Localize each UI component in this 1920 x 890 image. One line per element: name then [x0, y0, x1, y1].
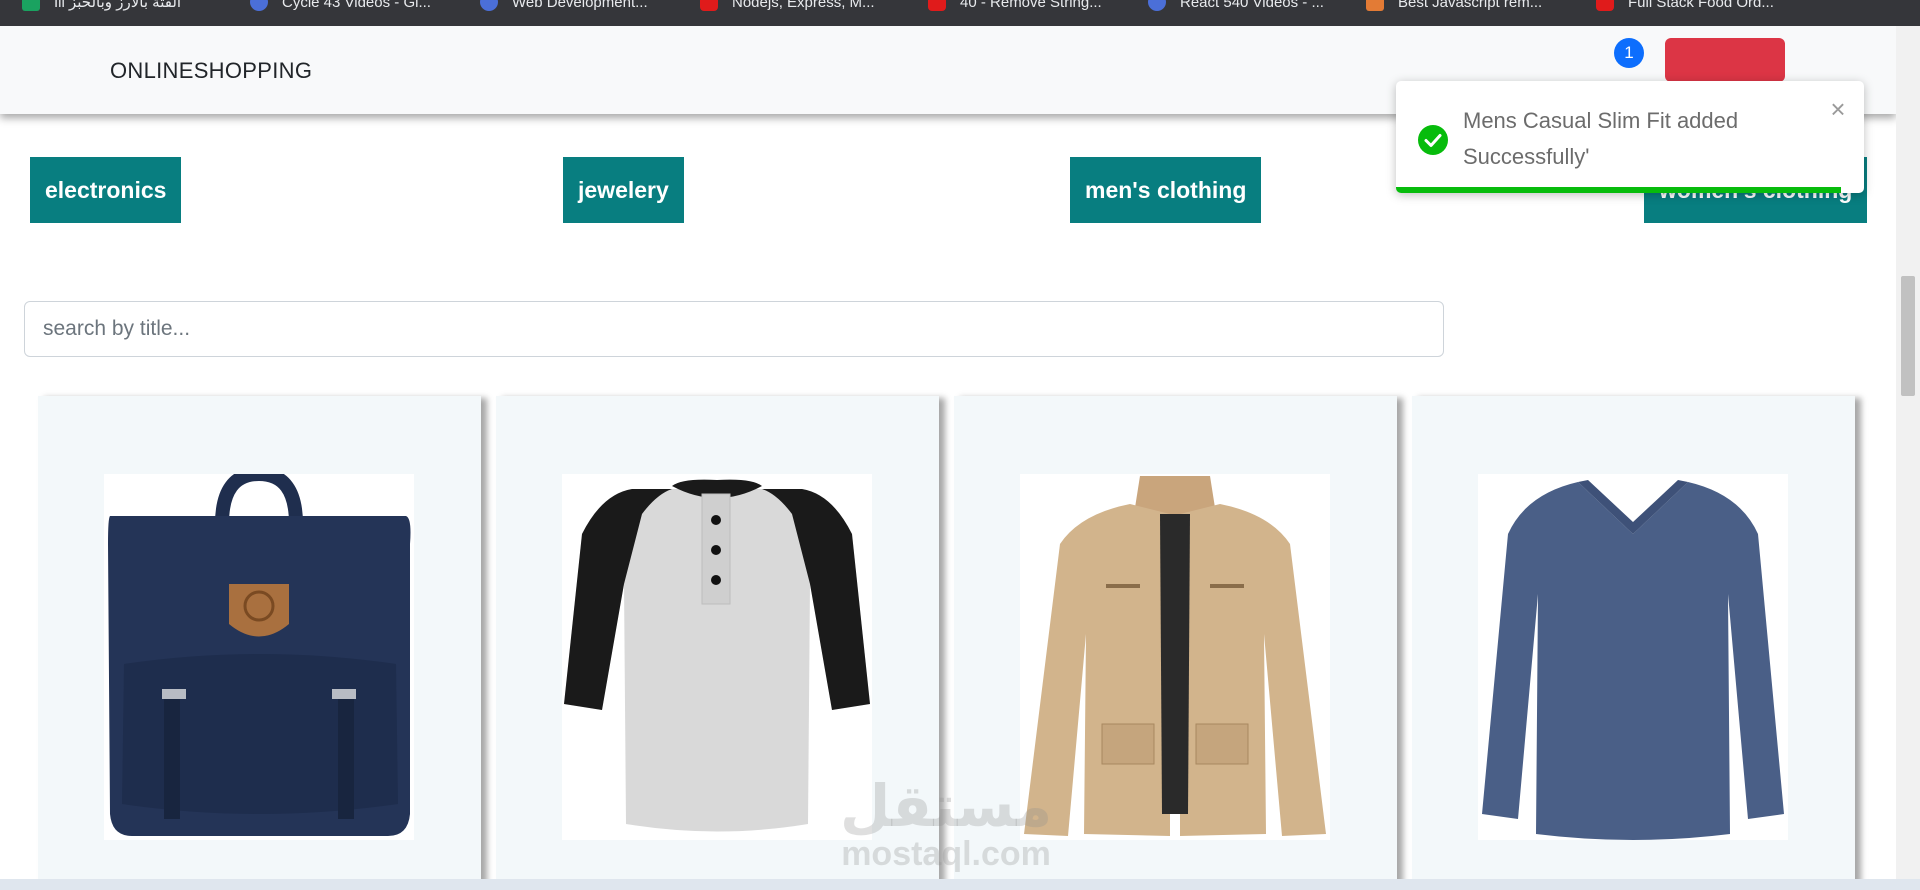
backpack-image	[104, 474, 414, 840]
product-card[interactable]	[38, 396, 481, 879]
bookmark-favicon-icon	[480, 0, 498, 11]
bookmark-item[interactable]: Nodejs, Express, M...	[700, 0, 875, 13]
slim-fit-shirt-image	[1478, 474, 1788, 840]
watermark-latin: mostaql.com	[841, 835, 1051, 873]
product-image-backpack[interactable]	[104, 474, 414, 840]
bookmark-favicon-icon	[22, 0, 40, 11]
product-image-henley-shirt[interactable]	[562, 474, 872, 840]
bookmark-label: Best Javascript rem...	[1398, 0, 1543, 11]
check-circle-icon	[1418, 125, 1448, 155]
page-content: electronics jewelery men's clothing wome…	[0, 26, 1896, 879]
bookmark-item[interactable]: Web Development...	[480, 0, 648, 13]
bottom-strip	[0, 879, 1920, 890]
bookmark-label: React 540 Videos - ...	[1180, 0, 1324, 11]
page-scrollbar[interactable]	[1896, 26, 1920, 879]
cart-count-badge[interactable]: 1	[1614, 38, 1644, 68]
scrollbar-thumb[interactable]	[1901, 276, 1915, 396]
toast-progress-bar	[1396, 187, 1841, 193]
bookmark-favicon-icon	[700, 0, 718, 11]
watermark: مستقل mostaql.com	[840, 776, 1052, 872]
watermark-arabic: مستقل	[840, 772, 1053, 840]
bookmark-favicon-icon	[1148, 0, 1166, 11]
search-input[interactable]	[24, 301, 1444, 357]
product-image-slim-fit-shirt[interactable]	[1478, 474, 1788, 840]
bookmark-label: Web Development...	[512, 0, 648, 11]
bookmark-label: Cycle 43 Videos - Gi...	[282, 0, 431, 11]
henley-shirt-image	[562, 474, 872, 840]
bookmark-item[interactable]: Best Javascript rem...	[1366, 0, 1542, 13]
cart-button[interactable]	[1665, 38, 1785, 82]
product-card[interactable]	[1412, 396, 1855, 879]
product-image-cotton-jacket[interactable]	[1020, 474, 1330, 840]
bookmark-label: 40 - Remove String...	[960, 0, 1102, 11]
bookmark-favicon-icon	[928, 0, 946, 11]
category-button-mens-clothing[interactable]: men's clothing	[1070, 157, 1262, 223]
category-button-jewelery[interactable]: jewelery	[563, 157, 684, 223]
bookmark-label: Full Stack Food Ord...	[1628, 0, 1774, 11]
bookmark-favicon-icon	[250, 0, 268, 11]
bookmark-item[interactable]: Full Stack Food Ord...	[1596, 0, 1774, 13]
cotton-jacket-image	[1020, 474, 1330, 840]
bookmark-label: Nodejs, Express, M...	[732, 0, 875, 11]
brand-logo[interactable]: ONLINESHOPPING	[110, 58, 312, 84]
bookmark-item[interactable]: React 540 Videos - ...	[1148, 0, 1324, 13]
toast-message: Mens Casual Slim Fit added Successfully'	[1463, 108, 1739, 169]
bookmark-item[interactable]: Ill الفتة بالأرز وبالخبز	[22, 0, 181, 13]
bookmark-item[interactable]: Cycle 43 Videos - Gi...	[250, 0, 431, 13]
bookmark-favicon-icon	[1366, 0, 1384, 11]
bookmark-item[interactable]: 40 - Remove String...	[928, 0, 1102, 13]
category-button-electronics[interactable]: electronics	[30, 157, 182, 223]
bookmark-label: Ill الفتة بالأرز وبالخبز	[54, 0, 182, 11]
bookmark-favicon-icon	[1596, 0, 1614, 11]
close-icon[interactable]: ×	[1824, 94, 1852, 124]
toast-notification: Mens Casual Slim Fit added Successfully'…	[1396, 81, 1864, 193]
bookmarks-bar: Ill الفتة بالأرز وبالخبز Cycle 43 Videos…	[0, 0, 1920, 26]
